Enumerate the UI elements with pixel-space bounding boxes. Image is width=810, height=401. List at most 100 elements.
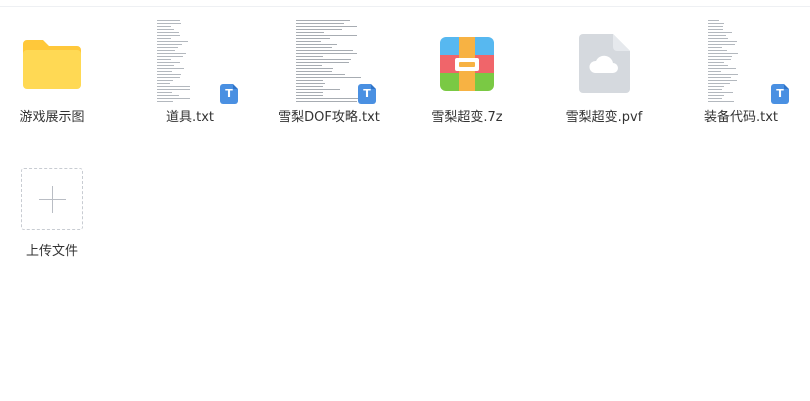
preview-line xyxy=(157,71,172,72)
preview-line xyxy=(296,62,349,63)
preview-line xyxy=(296,71,332,72)
preview-line xyxy=(157,35,180,36)
file-item-txt[interactable]: T 装备代码.txt xyxy=(686,0,796,125)
text-preview xyxy=(157,20,191,104)
preview-line xyxy=(708,59,731,60)
preview-line xyxy=(708,74,738,75)
preview-line xyxy=(296,26,357,27)
upload-drop-box[interactable] xyxy=(21,168,83,230)
preview-line xyxy=(296,89,340,90)
preview-line xyxy=(157,95,179,96)
preview-line xyxy=(157,80,173,81)
txt-thumbnail: T xyxy=(274,0,384,104)
preview-line xyxy=(708,47,722,48)
preview-line xyxy=(296,50,353,51)
preview-line xyxy=(296,92,323,93)
preview-line xyxy=(157,53,186,54)
archive-icon xyxy=(440,37,494,91)
preview-line xyxy=(708,29,723,30)
preview-line xyxy=(157,50,175,51)
upload-label: 上传文件 xyxy=(25,244,78,259)
cloud-file-icon xyxy=(579,34,630,93)
preview-line xyxy=(708,68,736,69)
preview-line xyxy=(157,26,171,27)
file-name: 雪梨超变.7z xyxy=(431,110,503,125)
file-name: 装备代码.txt xyxy=(703,110,779,125)
preview-line xyxy=(708,23,724,24)
preview-line xyxy=(157,59,171,60)
preview-line xyxy=(708,98,722,99)
preview-line xyxy=(296,101,357,102)
preview-line xyxy=(157,77,180,78)
file-grid: 游戏展示图 T 道具.txt T 雪梨DOF攻略.txt 雪梨超变.7z 雪梨超… xyxy=(0,0,810,401)
txt-thumbnail: T xyxy=(686,0,796,104)
preview-line xyxy=(708,53,738,54)
preview-line xyxy=(157,62,180,63)
preview-line xyxy=(296,68,333,69)
file-item-pvf[interactable]: 雪梨超变.pvf xyxy=(549,0,659,125)
preview-line xyxy=(708,26,723,27)
preview-line xyxy=(708,35,726,36)
preview-line xyxy=(157,83,170,84)
preview-line xyxy=(708,56,732,57)
preview-line xyxy=(157,23,181,24)
folder-icon xyxy=(23,40,81,89)
preview-line xyxy=(296,98,358,99)
preview-line xyxy=(708,95,724,96)
plus-icon-vertical xyxy=(52,186,53,213)
preview-line xyxy=(157,86,190,87)
preview-line xyxy=(296,23,344,24)
preview-line xyxy=(157,92,172,93)
txt-file-icon: T xyxy=(220,84,238,104)
preview-line xyxy=(157,68,184,69)
file-name: 雪梨超变.pvf xyxy=(565,110,643,125)
preview-line xyxy=(708,20,719,21)
txt-file-icon: T xyxy=(358,84,376,104)
archive-thumbnail xyxy=(412,0,522,92)
file-item-txt[interactable]: T 雪梨DOF攻略.txt xyxy=(274,0,384,125)
preview-line xyxy=(296,38,330,39)
preview-line xyxy=(157,101,173,102)
preview-line xyxy=(296,80,323,81)
file-name: 道具.txt xyxy=(165,110,215,125)
preview-line xyxy=(296,53,357,54)
preview-line xyxy=(157,29,174,30)
preview-line xyxy=(157,74,181,75)
preview-line xyxy=(157,38,171,39)
preview-line xyxy=(296,59,351,60)
preview-line xyxy=(708,65,728,66)
file-item-txt[interactable]: T 道具.txt xyxy=(135,0,245,125)
preview-line xyxy=(708,86,724,87)
file-name: 游戏展示图 xyxy=(19,110,85,125)
preview-line xyxy=(157,20,180,21)
preview-line xyxy=(296,83,325,84)
file-item-folder[interactable]: 游戏展示图 xyxy=(0,0,107,125)
preview-line xyxy=(296,95,323,96)
txt-thumbnail: T xyxy=(135,0,245,104)
preview-line xyxy=(708,92,733,93)
preview-line xyxy=(157,44,182,45)
preview-line xyxy=(708,44,735,45)
preview-line xyxy=(708,71,721,72)
preview-line xyxy=(708,77,731,78)
preview-line xyxy=(157,56,183,57)
preview-line xyxy=(296,86,323,87)
preview-line xyxy=(708,83,730,84)
preview-line xyxy=(157,98,190,99)
preview-line xyxy=(157,89,190,90)
file-item-archive[interactable]: 雪梨超变.7z xyxy=(412,0,522,125)
preview-line xyxy=(296,44,337,45)
preview-line xyxy=(296,47,332,48)
pvf-thumbnail xyxy=(549,0,659,93)
preview-line xyxy=(708,38,728,39)
preview-line xyxy=(296,65,322,66)
preview-line xyxy=(296,29,342,30)
preview-line xyxy=(296,35,357,36)
preview-line xyxy=(157,32,179,33)
folder-thumbnail xyxy=(0,0,107,92)
preview-line xyxy=(708,50,727,51)
preview-line xyxy=(708,62,724,63)
preview-line xyxy=(157,47,178,48)
preview-line xyxy=(708,80,737,81)
txt-file-icon: T xyxy=(771,84,789,104)
